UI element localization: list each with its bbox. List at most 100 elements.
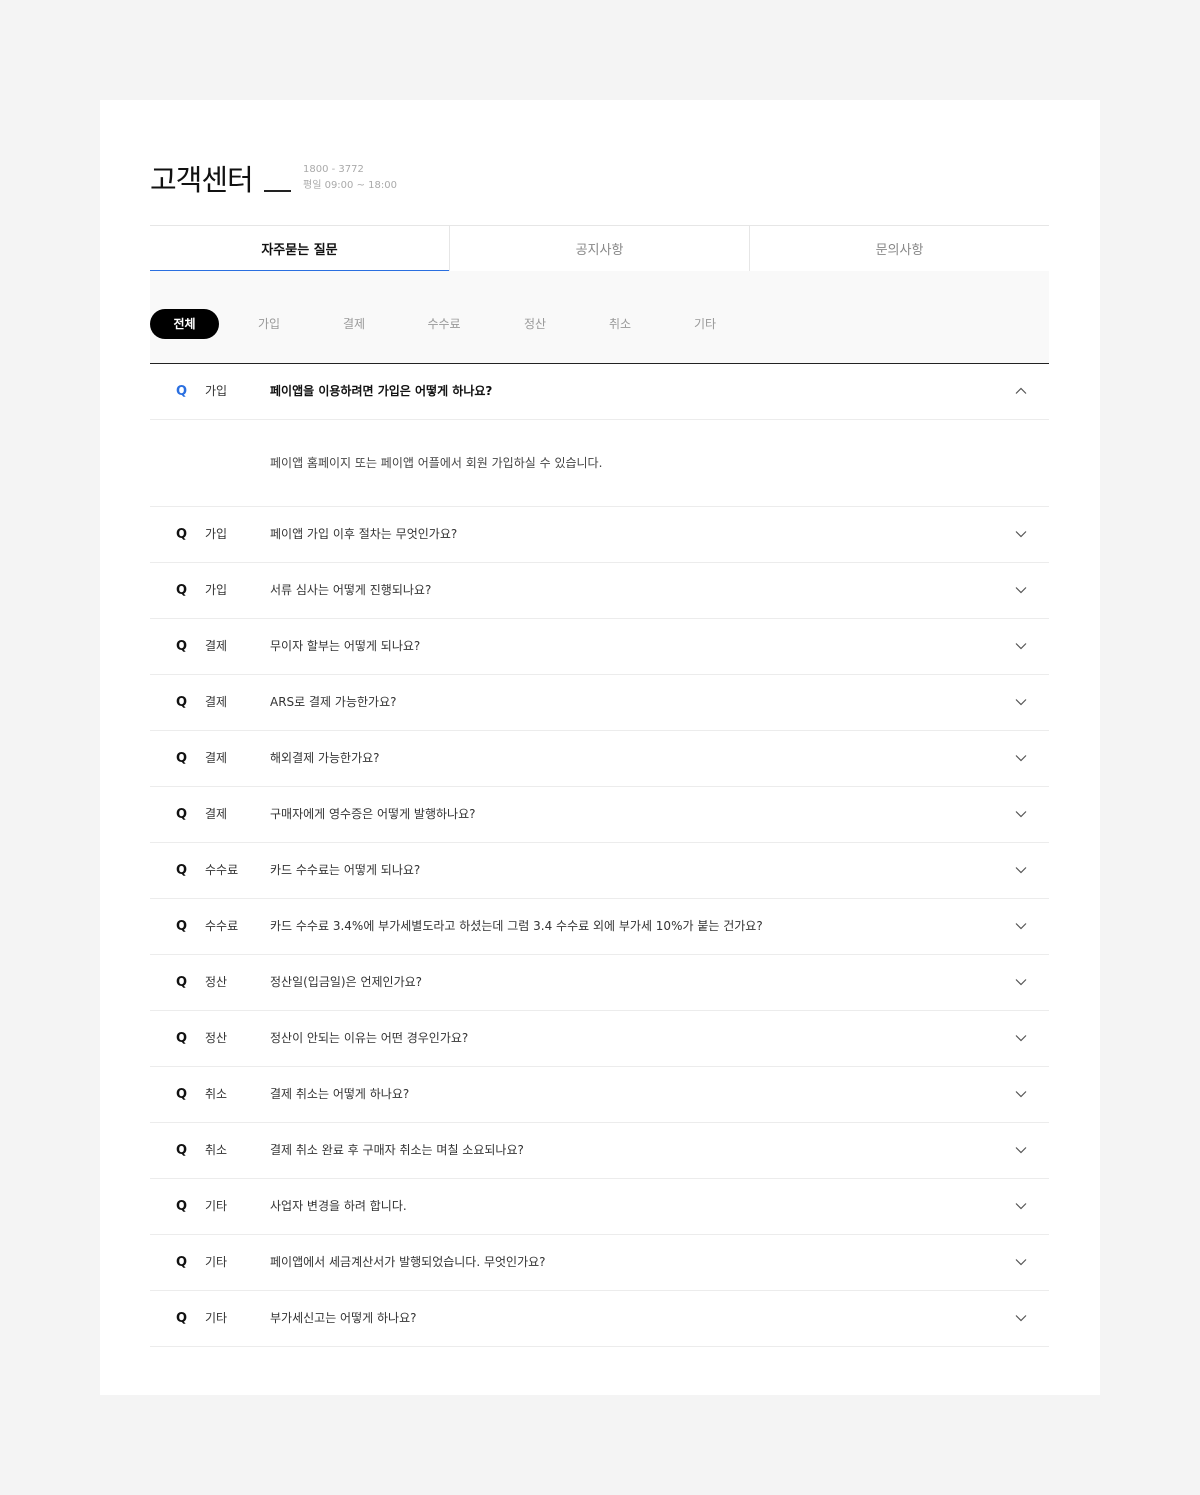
faq-row[interactable]: Q 수수료 카드 수수료 3.4%에 부가세별도라고 하셨는데 그럼 3.4 수수료…	[150, 899, 1049, 955]
faq-row[interactable]: Q 결제 ARS로 결제 가능한가요?	[150, 675, 1049, 731]
chevron-down-icon[interactable]	[1015, 528, 1027, 540]
customer-center-card: 고객센터 1800 - 3772 평일 09:00 ~ 18:00 자주묻는 질…	[100, 100, 1100, 1395]
faq-category: 기타	[205, 1311, 228, 1325]
filter-chip-etc[interactable]: 기타	[680, 309, 730, 339]
chevron-down-icon[interactable]	[1015, 584, 1027, 596]
q-marker: Q	[176, 1255, 188, 1270]
faq-row[interactable]: Q 가입 페이앱 가입 이후 절차는 무엇인가요?	[150, 507, 1049, 563]
chevron-down-icon[interactable]	[1015, 1256, 1027, 1268]
chevron-down-icon[interactable]	[1015, 1032, 1027, 1044]
q-marker: Q	[176, 639, 188, 654]
q-marker: Q	[176, 527, 188, 542]
faq-category: 가입	[205, 527, 228, 541]
faq-category: 결제	[205, 751, 228, 765]
faq-question: 사업자 변경을 하려 합니다.	[270, 1199, 407, 1213]
chevron-down-icon[interactable]	[1015, 752, 1027, 764]
category-filter-bar: 전체 가입 결제 수수료 정산 취소 기타	[150, 271, 1049, 364]
filter-chip-payment[interactable]: 결제	[329, 309, 379, 339]
contact-info: 1800 - 3772 평일 09:00 ~ 18:00	[303, 162, 397, 194]
chevron-down-icon[interactable]	[1015, 1088, 1027, 1100]
faq-row[interactable]: Q 기타 부가세신고는 어떻게 하나요?	[150, 1291, 1049, 1347]
chevron-down-icon[interactable]	[1015, 976, 1027, 988]
faq-question: 구매자에게 영수증은 어떻게 발행하나요?	[270, 807, 476, 821]
faq-question: 정산일(입금일)은 언제인가요?	[270, 975, 423, 989]
chevron-down-icon[interactable]	[1015, 808, 1027, 820]
faq-category: 취소	[205, 1087, 228, 1101]
faq-row[interactable]: Q 기타 사업자 변경을 하려 합니다.	[150, 1179, 1049, 1235]
q-marker: Q	[176, 1199, 188, 1214]
faq-question: 서류 심사는 어떻게 진행되나요?	[270, 583, 432, 597]
faq-row[interactable]: Q 취소 결제 취소 완료 후 구매자 취소는 며칠 소요되나요?	[150, 1123, 1049, 1179]
q-marker: Q	[176, 1087, 188, 1102]
q-marker: Q	[176, 751, 188, 766]
faq-category: 기타	[205, 1199, 228, 1213]
filter-chip-cancel[interactable]: 취소	[595, 309, 645, 339]
q-marker: Q	[176, 695, 188, 710]
faq-row[interactable]: Q 결제 무이자 할부는 어떻게 되나요?	[150, 619, 1049, 675]
q-marker: Q	[176, 863, 188, 878]
faq-question: 정산이 안되는 이유는 어떤 경우인가요?	[270, 1031, 469, 1045]
tab-faq[interactable]: 자주묻는 질문	[150, 226, 449, 272]
faq-question: 카드 수수료 3.4%에 부가세별도라고 하셨는데 그럼 3.4 수수료 외에 …	[270, 919, 763, 933]
faq-category: 기타	[205, 1255, 228, 1269]
faq-row[interactable]: Q 결제 구매자에게 영수증은 어떻게 발행하나요?	[150, 787, 1049, 843]
faq-question: 해외결제 가능한가요?	[270, 751, 380, 765]
chevron-down-icon[interactable]	[1015, 1144, 1027, 1156]
faq-category: 결제	[205, 639, 228, 653]
faq-question: 결제 취소 완료 후 구매자 취소는 며칠 소요되나요?	[270, 1143, 524, 1157]
faq-question: 무이자 할부는 어떻게 되나요?	[270, 639, 421, 653]
faq-category: 취소	[205, 1143, 228, 1157]
chevron-down-icon[interactable]	[1015, 640, 1027, 652]
page-header: 고객센터 1800 - 3772 평일 09:00 ~ 18:00	[150, 152, 1050, 202]
faq-question: 부가세신고는 어떻게 하나요?	[270, 1311, 417, 1325]
faq-row[interactable]: Q 정산 정산일(입금일)은 언제인가요?	[150, 955, 1049, 1011]
q-marker: Q	[176, 1031, 188, 1046]
faq-category: 정산	[205, 1031, 228, 1045]
faq-question: 카드 수수료는 어떻게 되나요?	[270, 863, 421, 877]
faq-row[interactable]: Q 결제 해외결제 가능한가요?	[150, 731, 1049, 787]
q-marker: Q	[176, 583, 188, 598]
faq-row-expanded[interactable]: Q 가입 페이앱을 이용하려면 가입은 어떻게 하나요?	[150, 364, 1049, 420]
chevron-down-icon[interactable]	[1015, 696, 1027, 708]
faq-category: 가입	[205, 384, 228, 398]
page-title: 고객센터	[150, 163, 254, 197]
q-marker: Q	[176, 919, 188, 934]
title-underline	[264, 190, 291, 192]
faq-row[interactable]: Q 정산 정산이 안되는 이유는 어떤 경우인가요?	[150, 1011, 1049, 1067]
chevron-down-icon[interactable]	[1015, 920, 1027, 932]
chevron-up-icon[interactable]	[1015, 385, 1027, 397]
tab-inquiry[interactable]: 문의사항	[749, 226, 1049, 271]
faq-list: Q 가입 페이앱을 이용하려면 가입은 어떻게 하나요? 페이앱 홈페이지 또는…	[150, 364, 1049, 1347]
phone-number: 1800 - 3772	[303, 164, 364, 175]
faq-category: 가입	[205, 583, 228, 597]
q-marker: Q	[176, 975, 188, 990]
tab-notice[interactable]: 공지사항	[449, 226, 749, 271]
faq-category: 결제	[205, 807, 228, 821]
faq-category: 정산	[205, 975, 228, 989]
filter-chip-signup[interactable]: 가입	[244, 309, 294, 339]
faq-row[interactable]: Q 취소 결제 취소는 어떻게 하나요?	[150, 1067, 1049, 1123]
faq-category: 수수료	[205, 919, 239, 933]
faq-row[interactable]: Q 가입 서류 심사는 어떻게 진행되나요?	[150, 563, 1049, 619]
filter-chip-all[interactable]: 전체	[150, 309, 219, 339]
faq-question: ARS로 결제 가능한가요?	[270, 695, 397, 709]
chevron-down-icon[interactable]	[1015, 1312, 1027, 1324]
faq-row[interactable]: Q 기타 페이앱에서 세금계산서가 발행되었습니다. 무엇인가요?	[150, 1235, 1049, 1291]
tab-bar: 자주묻는 질문 공지사항 문의사항	[150, 225, 1049, 272]
faq-answer: 페이앱 홈페이지 또는 페이앱 어플에서 회원 가입하실 수 있습니다.	[270, 456, 603, 470]
faq-question: 결제 취소는 어떻게 하나요?	[270, 1087, 410, 1101]
faq-row[interactable]: Q 수수료 카드 수수료는 어떻게 되나요?	[150, 843, 1049, 899]
filter-chip-fee[interactable]: 수수료	[414, 309, 474, 339]
filter-chip-settlement[interactable]: 정산	[510, 309, 560, 339]
faq-category: 결제	[205, 695, 228, 709]
chevron-down-icon[interactable]	[1015, 1200, 1027, 1212]
q-marker: Q	[176, 1143, 188, 1158]
faq-question: 페이앱을 이용하려면 가입은 어떻게 하나요?	[270, 384, 493, 398]
faq-answer-panel: 페이앱 홈페이지 또는 페이앱 어플에서 회원 가입하실 수 있습니다.	[150, 420, 1049, 507]
q-marker: Q	[176, 1311, 188, 1326]
faq-category: 수수료	[205, 863, 239, 877]
chevron-down-icon[interactable]	[1015, 864, 1027, 876]
business-hours: 평일 09:00 ~ 18:00	[303, 180, 397, 191]
q-marker: Q	[176, 807, 188, 822]
q-marker: Q	[176, 384, 188, 399]
